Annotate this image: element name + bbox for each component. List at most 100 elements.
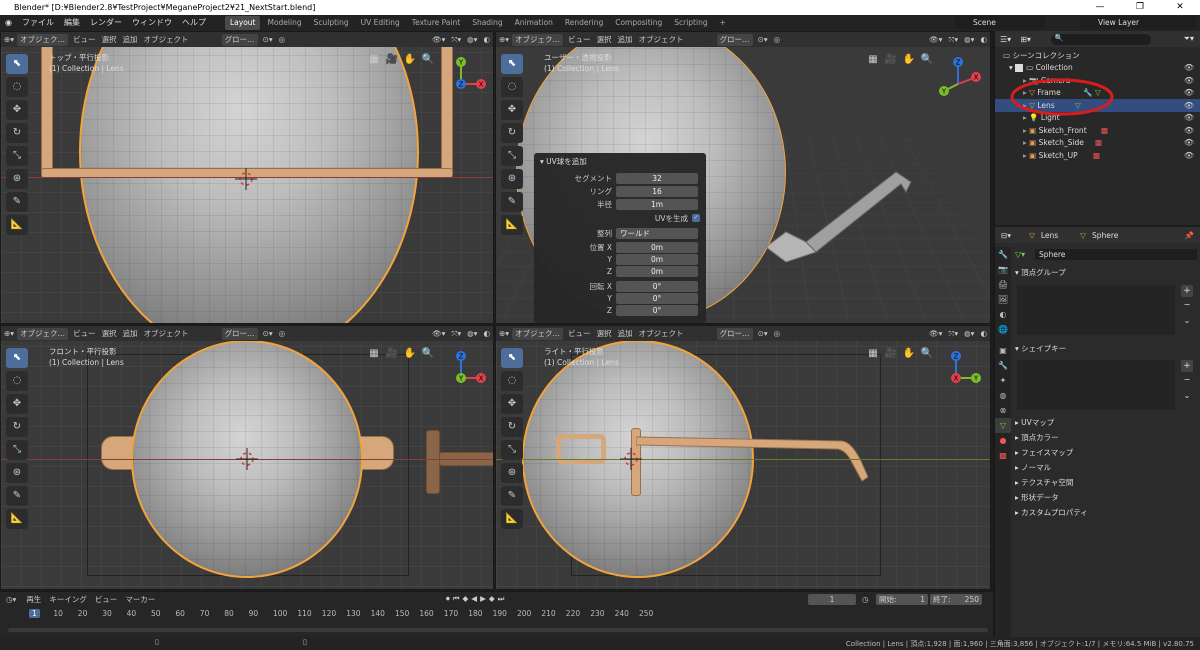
mesh-browse-icon[interactable]: ▽▾ <box>1015 250 1035 259</box>
select-tool-icon[interactable]: ⬉ <box>501 54 523 74</box>
shape-keys-list[interactable] <box>1017 360 1175 410</box>
tab-animation[interactable]: Animation <box>510 16 558 30</box>
view-menu[interactable]: ビュー <box>70 328 99 339</box>
camera-view-icon[interactable]: 🎥 <box>882 348 900 362</box>
axis-gizmo[interactable]: Z X Y <box>441 348 491 398</box>
editor-type-icon[interactable]: ⊕▾ <box>496 329 512 338</box>
overlay-icon[interactable]: ◍▾ <box>961 329 977 338</box>
grid-view-icon[interactable]: ▦ <box>864 54 882 68</box>
scene-collection-row[interactable]: ▭ シーンコレクション <box>995 49 1200 62</box>
rotate-tool-icon[interactable]: ↻ <box>501 123 523 143</box>
eye-icon[interactable]: 👁 <box>1184 138 1194 147</box>
modifier-tab-icon[interactable]: 🔧 <box>995 358 1011 373</box>
annotate-tool-icon[interactable]: ✎ <box>6 192 28 212</box>
transform-tool-icon[interactable]: ⊛ <box>6 463 28 483</box>
add-menu[interactable]: 追加 <box>615 328 636 339</box>
visibility-icon[interactable]: 👁▾ <box>926 35 945 44</box>
select-menu[interactable]: 選択 <box>594 34 615 45</box>
viewport-front[interactable]: ⊕▾ オブジェク… ビュー 選択 追加 オブジェクト グロー… ⊙▾ ◎ 👁▾ … <box>0 325 494 590</box>
view-menu[interactable]: ビュー <box>565 328 594 339</box>
scale-tool-icon[interactable]: ⤡ <box>6 440 28 460</box>
gizmo-toggle-icon[interactable]: ⤧▾ <box>448 329 464 339</box>
view-menu[interactable]: ビュー <box>565 34 594 45</box>
frame-ruler[interactable]: 1 10 20 30 40 50 60 70 80 90 100 110 120 130 140 150 160… <box>0 608 993 622</box>
pan-hand-icon[interactable]: ✋ <box>900 54 918 68</box>
menu-edit[interactable]: 編集 <box>59 15 85 31</box>
keying-menu[interactable]: キーイング <box>45 594 91 605</box>
timeline-scrollbar[interactable] <box>8 628 988 632</box>
current-frame-field[interactable]: 1 <box>808 593 856 605</box>
material-tab-icon[interactable]: ● <box>995 433 1011 448</box>
jump-start-icon[interactable]: ⏮ <box>453 594 460 604</box>
uv-checkbox[interactable]: ✓ <box>692 214 700 222</box>
outliner-row-sketch-front[interactable]: ▸ ▣ Sketch_Front ▩ 👁 <box>995 124 1200 137</box>
radius-field[interactable]: 1m <box>616 198 698 210</box>
axis-gizmo[interactable]: Z Y X <box>936 348 986 398</box>
select-menu[interactable]: 選択 <box>99 328 120 339</box>
move-tool-icon[interactable]: ✥ <box>6 100 28 120</box>
view-menu[interactable]: ビュー <box>91 594 122 605</box>
properties-editor-icon[interactable]: ⊟▾ <box>995 231 1017 240</box>
overlay-icon[interactable]: ◍▾ <box>961 35 977 44</box>
measure-tool-icon[interactable]: 📐 <box>6 509 28 529</box>
world-tab-icon[interactable]: 🌐 <box>995 322 1011 337</box>
overlay-icon[interactable]: ◍▾ <box>464 35 480 44</box>
eye-icon[interactable]: 👁 <box>1184 88 1194 97</box>
segments-field[interactable]: 32 <box>616 172 698 184</box>
checkbox-icon[interactable] <box>1015 63 1024 72</box>
playback-menu[interactable]: 再生 <box>22 594 45 605</box>
blender-logo-icon[interactable]: ◉ <box>0 15 17 31</box>
zoom-icon[interactable]: 🔍 <box>918 54 936 68</box>
record-button-icon[interactable]: ⏺ <box>446 594 450 604</box>
rot-z-field[interactable]: 0° <box>616 304 698 316</box>
outliner-row-sketch-up[interactable]: ▸ ▣ Sketch_UP ▩ 👁 <box>995 149 1200 162</box>
vertex-groups-list[interactable] <box>1017 285 1175 335</box>
viewport-top[interactable]: ⊕▾ オブジェク… ビュー 選択 追加 オブジェクト グロー… ⊙▾ ◎ 👁▾ … <box>0 31 494 324</box>
remove-shape-key-button[interactable]: − <box>1181 374 1193 386</box>
mode-dropdown[interactable]: オブジェク… <box>512 33 564 46</box>
breadcrumb-object[interactable]: Lens <box>1041 231 1058 240</box>
tab-modeling[interactable]: Modeling <box>262 16 306 30</box>
annotate-tool-icon[interactable]: ✎ <box>501 192 523 212</box>
visibility-icon[interactable]: 👁▾ <box>926 329 945 338</box>
menu-window[interactable]: ウィンドウ <box>127 15 177 31</box>
proportional-icon[interactable]: ◎ <box>276 35 289 44</box>
constraints-tab-icon[interactable]: ⊗ <box>995 403 1011 418</box>
zoom-icon[interactable]: 🔍 <box>918 348 936 362</box>
grid-view-icon[interactable]: ▦ <box>365 54 383 68</box>
play-reverse-icon[interactable]: ◀ <box>471 594 477 604</box>
object-menu[interactable]: オブジェクト <box>141 328 192 339</box>
pan-hand-icon[interactable]: ✋ <box>401 54 419 68</box>
loc-x-field[interactable]: 0m <box>616 241 698 253</box>
select-tool-icon[interactable]: ⬉ <box>501 348 523 368</box>
select-tool-icon[interactable]: ⬉ <box>6 348 28 368</box>
axis-gizmo[interactable]: Z X Y <box>936 54 986 104</box>
end-frame-field[interactable]: 終了: 250 <box>930 593 982 605</box>
editor-type-icon[interactable]: ⊕▾ <box>1 329 17 338</box>
pan-hand-icon[interactable]: ✋ <box>401 348 419 362</box>
outliner-row-sketch-side[interactable]: ▸ ▣ Sketch_Side ▩ 👁 <box>995 137 1200 150</box>
outliner-editor-icon[interactable]: ☰▾ <box>995 35 1016 44</box>
mode-dropdown[interactable]: オブジェク… <box>17 33 69 46</box>
gizmo-toggle-icon[interactable]: ⤧▾ <box>945 329 961 339</box>
annotate-tool-icon[interactable]: ✎ <box>501 486 523 506</box>
viewport-right[interactable]: ⊕▾ オブジェク… ビュー 選択 追加 オブジェクト グロー… ⊙▾ ◎ 👁▾ … <box>495 325 991 590</box>
transform-tool-icon[interactable]: ⊛ <box>501 169 523 189</box>
section-vertex-colors[interactable]: ▸ 頂点カラー <box>1015 430 1088 445</box>
editor-type-icon[interactable]: ⊕▾ <box>1 35 17 44</box>
maximize-button[interactable]: ❐ <box>1120 0 1160 15</box>
shape-keys-header[interactable]: ▾ シェイプキー <box>1015 341 1066 356</box>
camera-view-icon[interactable]: 🎥 <box>882 54 900 68</box>
move-tool-icon[interactable]: ✥ <box>501 100 523 120</box>
shading-icon[interactable]: ◐ <box>977 35 990 44</box>
visibility-icon[interactable]: 👁▾ <box>429 35 448 44</box>
add-vertex-group-button[interactable]: + <box>1181 285 1193 297</box>
tab-layout[interactable]: Layout <box>224 16 261 30</box>
scale-tool-icon[interactable]: ⤡ <box>501 146 523 166</box>
view-menu[interactable]: ビュー <box>70 34 99 45</box>
zoom-icon[interactable]: 🔍 <box>419 348 437 362</box>
mesh-data-tab-icon[interactable]: ▽ <box>995 418 1011 433</box>
jump-end-icon[interactable]: ⏭ <box>498 594 505 604</box>
collection-row[interactable]: ▾ ▭ Collection 👁 <box>995 62 1200 75</box>
prev-keyframe-icon[interactable]: ◆ <box>463 594 469 604</box>
